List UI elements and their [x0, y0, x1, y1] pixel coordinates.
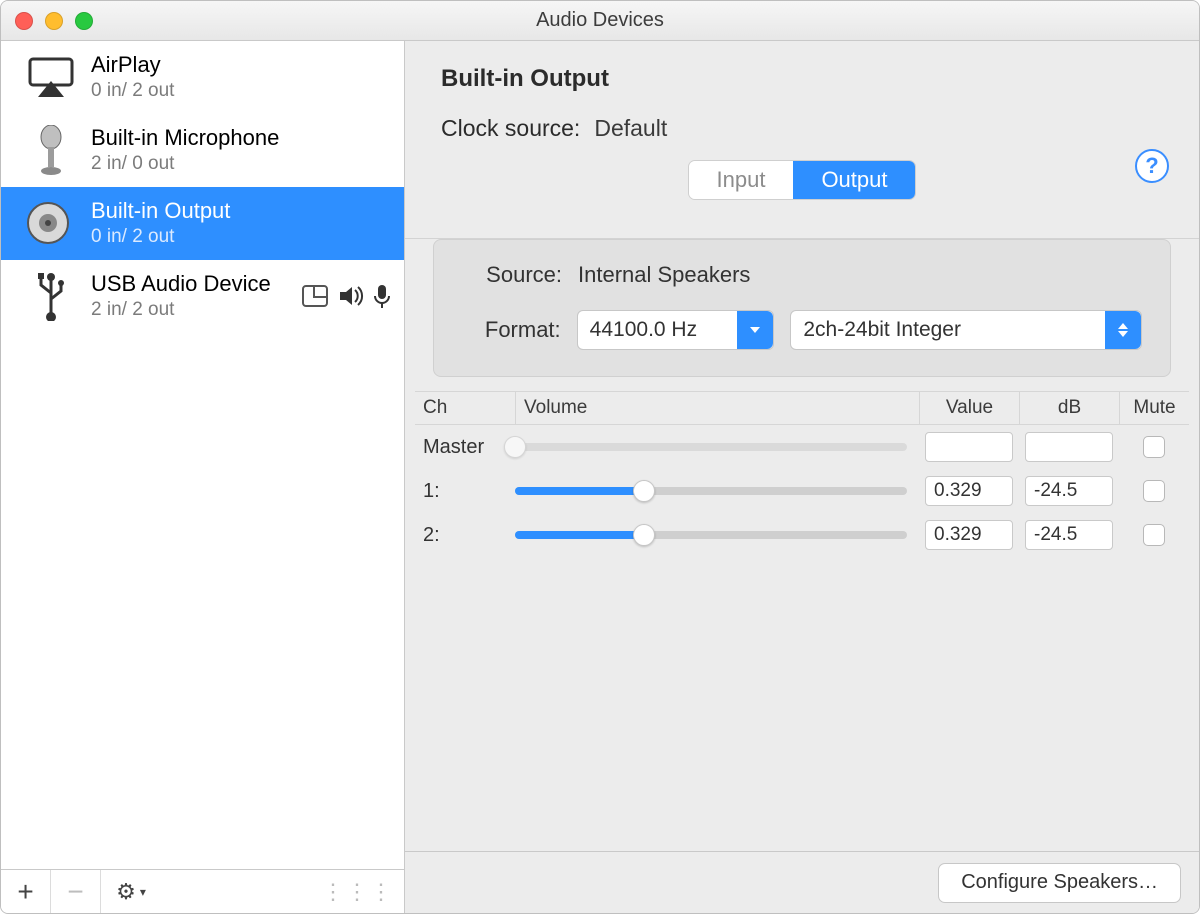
volume-row-1: 1: 0.329 -24.5: [415, 469, 1189, 513]
format-label: Format:: [462, 317, 561, 343]
db-field[interactable]: -24.5: [1025, 476, 1113, 506]
source-value: Internal Speakers: [578, 262, 750, 288]
format-panel: Source: Internal Speakers Format: 44100.…: [433, 239, 1171, 377]
device-meta: 0 in/ 2 out: [91, 80, 174, 102]
sample-rate-dropdown[interactable]: 44100.0 Hz: [577, 310, 775, 350]
microphone-icon: [25, 124, 77, 176]
traffic-lights: [15, 12, 93, 30]
value-field: [925, 432, 1013, 462]
device-meta: 2 in/ 2 out: [91, 299, 271, 321]
col-value: Value: [919, 392, 1019, 424]
mute-checkbox[interactable]: [1143, 436, 1165, 458]
detail-header: Built-in Output Clock source: Default ? …: [405, 41, 1199, 239]
sound-output-icon: [338, 285, 364, 307]
source-label: Source:: [462, 262, 562, 288]
channel-label: 2:: [415, 524, 515, 547]
volume-table: Ch Volume Value dB Mute Master 1: 0.3: [415, 391, 1189, 557]
configure-speakers-button[interactable]: Configure Speakers…: [938, 863, 1181, 903]
device-title: Built-in Output: [441, 65, 1163, 93]
device-name: Built-in Output: [91, 198, 230, 224]
channel-label: Master: [415, 436, 515, 459]
detail-pane: Built-in Output Clock source: Default ? …: [405, 41, 1199, 913]
db-field[interactable]: -24.5: [1025, 520, 1113, 550]
device-builtin-mic[interactable]: Built-in Microphone 2 in/ 0 out: [1, 114, 404, 187]
speaker-icon: [25, 197, 77, 249]
tab-output[interactable]: Output: [793, 161, 915, 199]
chevron-updown-icon: [1105, 311, 1141, 349]
device-name: Built-in Microphone: [91, 125, 279, 151]
mic-indicator-icon: [374, 284, 390, 308]
device-meta: 0 in/ 2 out: [91, 226, 230, 248]
device-builtin-output[interactable]: Built-in Output 0 in/ 2 out: [1, 187, 404, 260]
close-button[interactable]: [15, 12, 33, 30]
mute-checkbox[interactable]: [1143, 524, 1165, 546]
device-name: USB Audio Device: [91, 271, 271, 297]
mute-checkbox[interactable]: [1143, 480, 1165, 502]
channel-label: 1:: [415, 480, 515, 503]
minimize-button[interactable]: [45, 12, 63, 30]
usb-icon: [25, 270, 77, 322]
remove-device-button[interactable]: −: [51, 870, 101, 913]
tab-input[interactable]: Input: [689, 161, 794, 199]
col-volume: Volume: [515, 392, 919, 424]
bit-depth-dropdown[interactable]: 2ch-24bit Integer: [790, 310, 1142, 350]
titlebar: Audio Devices: [1, 1, 1199, 41]
zoom-button[interactable]: [75, 12, 93, 30]
io-segmented-control: Input Output: [688, 160, 917, 200]
device-sidebar: AirPlay 0 in/ 2 out Built-in Microphone …: [1, 41, 405, 913]
clock-source-value: Default: [594, 115, 667, 142]
value-field[interactable]: 0.329: [925, 520, 1013, 550]
device-name: AirPlay: [91, 52, 174, 78]
db-field: [1025, 432, 1113, 462]
col-db: dB: [1019, 392, 1119, 424]
clock-source-label: Clock source:: [441, 115, 580, 142]
volume-table-header: Ch Volume Value dB Mute: [415, 391, 1189, 425]
volume-slider[interactable]: [515, 487, 907, 495]
window: Audio Devices AirPlay 0 in/ 2 out: [0, 0, 1200, 914]
window-title: Audio Devices: [1, 9, 1199, 32]
volume-row-2: 2: 0.329 -24.5: [415, 513, 1189, 557]
volume-row-master: Master: [415, 425, 1189, 469]
col-channel: Ch: [415, 392, 515, 424]
actions-menu-button[interactable]: ⚙︎▾: [101, 870, 161, 913]
device-meta: 2 in/ 0 out: [91, 153, 279, 175]
detail-footer: Configure Speakers…: [405, 851, 1199, 913]
device-airplay[interactable]: AirPlay 0 in/ 2 out: [1, 41, 404, 114]
device-list: AirPlay 0 in/ 2 out Built-in Microphone …: [1, 41, 404, 869]
resize-grip-icon[interactable]: ⋮⋮⋮: [322, 879, 394, 905]
finder-icon: [302, 285, 328, 307]
volume-slider[interactable]: [515, 531, 907, 539]
add-device-button[interactable]: +: [1, 870, 51, 913]
col-mute: Mute: [1119, 392, 1189, 424]
value-field[interactable]: 0.329: [925, 476, 1013, 506]
help-button[interactable]: ?: [1135, 149, 1169, 183]
window-body: AirPlay 0 in/ 2 out Built-in Microphone …: [1, 41, 1199, 913]
volume-slider: [515, 443, 907, 451]
airplay-icon: [25, 51, 77, 103]
device-badges: [302, 284, 390, 308]
sidebar-footer: + − ⚙︎▾ ⋮⋮⋮: [1, 869, 404, 913]
chevron-down-icon: [737, 311, 773, 349]
device-usb-audio[interactable]: USB Audio Device 2 in/ 2 out: [1, 260, 404, 333]
